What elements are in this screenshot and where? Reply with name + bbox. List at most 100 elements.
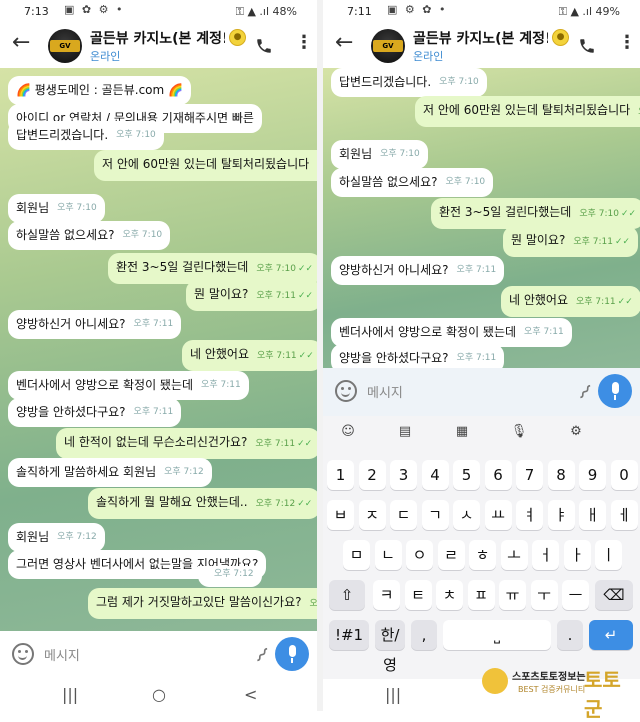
outgoing-message[interactable]: 솔직하게 뭘 말해요 안했는데.. 오후 7:12 ✓✓	[88, 488, 317, 519]
chat-title[interactable]: 골든뷰 카지노(본 계정!	[413, 28, 548, 48]
key-ㅗ[interactable]: ㅗ	[500, 540, 528, 570]
key-ㅅ[interactable]: ㅅ	[453, 500, 480, 530]
chat-title[interactable]: 골든뷰 카지노(본 계정!	[90, 28, 225, 48]
incoming-message[interactable]: 양방하신거 아니세요? 오후 7:11	[331, 256, 505, 285]
key-5[interactable]: 5	[453, 460, 480, 490]
attach-icon[interactable]: ⌇	[251, 643, 274, 668]
enter-key[interactable]: ↵	[589, 620, 633, 650]
language-key[interactable]: 한/영	[375, 620, 405, 674]
key-ㅑ[interactable]: ㅑ	[547, 500, 575, 530]
incoming-message[interactable]: 회원님 오후 7:10	[8, 194, 105, 223]
outgoing-message[interactable]: 네 안했어요 오후 7:11 ✓✓	[501, 286, 640, 317]
key-ㄴ[interactable]: ㄴ	[374, 540, 402, 570]
incoming-message[interactable]: 양방하신거 아니세요? 오후 7:11	[8, 310, 182, 339]
outgoing-message[interactable]: 뭔 말이요? 오후 7:11 ✓✓	[503, 226, 639, 257]
phone-icon[interactable]	[255, 37, 273, 55]
incoming-message[interactable]: 솔직하게 말씀하세요 회원님 오후 7:12	[8, 458, 212, 487]
more-options-icon[interactable]: ⋮	[618, 34, 636, 52]
key-ㅌ[interactable]: ㅌ	[404, 580, 432, 610]
incoming-message[interactable]: 벤더사에서 양방으로 확정이 됐는데 오후 7:11	[331, 318, 572, 347]
key-ㅡ[interactable]: ㅡ	[562, 580, 589, 610]
period-key[interactable]: .	[557, 620, 583, 650]
phone-icon[interactable]	[578, 37, 596, 55]
incoming-message[interactable]: 하실말씀 없으세요? 오후 7:10	[331, 168, 494, 197]
outgoing-message[interactable]: 환전 3~5일 걸린다했는데 오후 7:10 ✓✓	[431, 198, 640, 229]
message-text: 양방하신거 아니세요?	[16, 317, 126, 331]
key-ㅁ[interactable]: ㅁ	[343, 540, 370, 570]
message-input[interactable]: 메시지	[44, 645, 80, 664]
voice-input-icon[interactable]: 🎙	[508, 424, 530, 439]
key-ㅂ[interactable]: ㅂ	[327, 500, 354, 530]
key-2[interactable]: 2	[358, 460, 386, 490]
emoji-icon[interactable]: ☺	[337, 424, 359, 439]
key-ㅔ[interactable]: ㅔ	[610, 500, 638, 530]
message-input[interactable]: 메시지	[367, 382, 403, 401]
key-ㅋ[interactable]: ㅋ	[373, 580, 400, 610]
key-8[interactable]: 8	[547, 460, 575, 490]
key-ㅣ[interactable]: ㅣ	[595, 540, 622, 570]
emoji-icon[interactable]	[335, 380, 357, 402]
key-ㅠ[interactable]: ㅠ	[499, 580, 526, 610]
emoji-icon[interactable]	[12, 643, 34, 665]
back-nav-icon[interactable]: <	[244, 685, 257, 704]
key-ㅏ[interactable]: ㅏ	[563, 540, 591, 570]
key-ㅛ[interactable]: ㅛ	[484, 500, 512, 530]
key-ㄹ[interactable]: ㄹ	[437, 540, 465, 570]
avatar[interactable]: GV	[371, 29, 405, 63]
key-6[interactable]: 6	[484, 460, 512, 490]
incoming-message[interactable]: 답변드리겠습니다. 오후 7:10	[331, 68, 487, 97]
key-ㅜ[interactable]: ㅜ	[530, 580, 558, 610]
key-ㅊ[interactable]: ㅊ	[436, 580, 463, 610]
space-key[interactable]: ⎵	[443, 620, 551, 650]
incoming-message[interactable]: 회원님 오후 7:10	[331, 140, 428, 169]
message-time: 오후 7:10	[445, 177, 486, 187]
shift-key[interactable]: ⇧	[329, 580, 365, 610]
outgoing-message[interactable]: 네 안했어요 오후 7:11 ✓✓	[182, 340, 317, 371]
incoming-message[interactable]: 오후 7:12	[198, 566, 262, 587]
key-3[interactable]: 3	[390, 460, 417, 490]
symbols-key[interactable]: !#1	[329, 620, 369, 650]
settings-icon[interactable]: ⚙	[565, 424, 587, 439]
key-ㄱ[interactable]: ㄱ	[421, 500, 449, 530]
incoming-message[interactable]: 하실말씀 없으세요? 오후 7:10	[8, 221, 171, 250]
incoming-message[interactable]: 답변드리겠습니다. 오후 7:10	[8, 121, 164, 150]
read-check-icon: ✓✓	[297, 264, 314, 274]
mic-button[interactable]	[275, 637, 309, 671]
key-ㅕ[interactable]: ㅕ	[516, 500, 543, 530]
incoming-message[interactable]: 양방을 안하셨다구요? 오후 7:11	[331, 344, 505, 368]
more-options-icon[interactable]: ⋮	[295, 34, 313, 52]
comma-key[interactable]: ,	[411, 620, 437, 650]
key-ㅐ[interactable]: ㅐ	[579, 500, 606, 530]
key-ㅇ[interactable]: ㅇ	[406, 540, 433, 570]
key-ㅍ[interactable]: ㅍ	[467, 580, 495, 610]
outgoing-message[interactable]: 네 한적이 없는데 무슨소리신건가요? 오후 7:11 ✓✓	[56, 428, 317, 459]
incoming-message[interactable]: 벤더사에서 양방으로 확정이 됐는데 오후 7:11	[8, 371, 249, 400]
key-4[interactable]: 4	[421, 460, 449, 490]
key-1[interactable]: 1	[327, 460, 354, 490]
back-arrow-icon[interactable]: ←	[335, 32, 359, 56]
outgoing-message[interactable]: 저 안에 60만원 있는데 탈퇴처리됬습니다오후 7:10✓✓	[415, 96, 640, 127]
outgoing-message[interactable]: 그럼 제가 거짓말하고있단 말씀이신가요?오후 7:13✓✓	[88, 588, 317, 619]
key-ㅎ[interactable]: ㅎ	[469, 540, 496, 570]
backspace-key[interactable]: ⌫	[595, 580, 633, 610]
attach-icon[interactable]: ⌇	[574, 380, 597, 405]
incoming-message[interactable]: 🌈 평생도메인 : 골든뷰.com 🌈	[8, 76, 191, 105]
clipboard-icon[interactable]: ▤	[394, 424, 416, 439]
key-9[interactable]: 9	[579, 460, 606, 490]
incoming-message[interactable]: 회원님 오후 7:12	[8, 523, 105, 552]
incoming-message[interactable]: 양방을 안하셨다구요? 오후 7:11	[8, 398, 182, 427]
mic-button[interactable]	[598, 374, 632, 408]
key-ㄷ[interactable]: ㄷ	[390, 500, 417, 530]
recent-apps-icon[interactable]: |||	[385, 685, 401, 704]
home-icon[interactable]: ○	[152, 685, 166, 704]
key-ㅈ[interactable]: ㅈ	[358, 500, 386, 530]
recent-apps-icon[interactable]: |||	[62, 685, 78, 704]
key-ㅓ[interactable]: ㅓ	[532, 540, 559, 570]
key-0[interactable]: 0	[610, 460, 638, 490]
avatar[interactable]: GV	[48, 29, 82, 63]
outgoing-message[interactable]: 저 안에 60만원 있는데 탈퇴처리됬습니다오후 7:10✓✓	[94, 150, 317, 181]
back-arrow-icon[interactable]: ←	[12, 32, 36, 56]
key-7[interactable]: 7	[516, 460, 543, 490]
keyboard-mode-icon[interactable]: ▦	[451, 424, 473, 439]
outgoing-message[interactable]: 뭔 말이요? 오후 7:11 ✓✓	[186, 280, 317, 311]
